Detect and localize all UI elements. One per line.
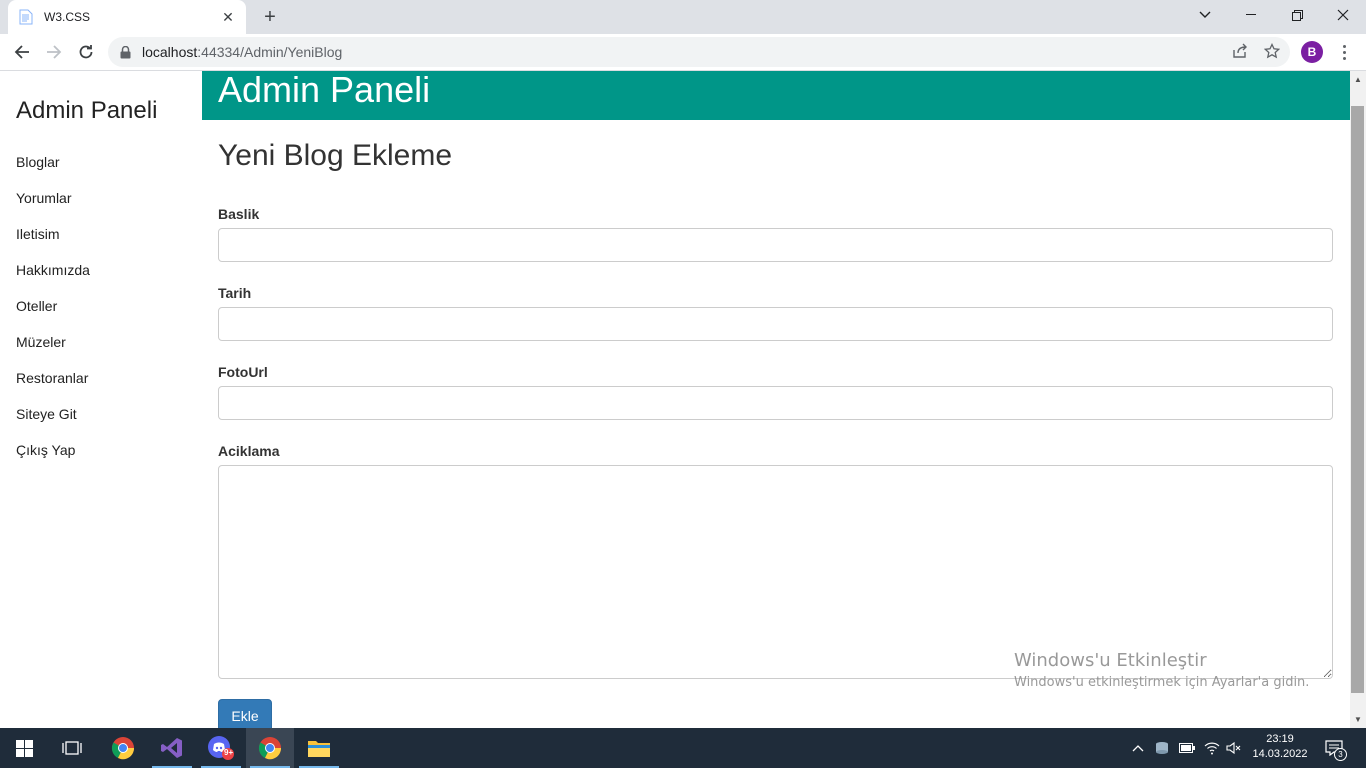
- tab-title: W3.CSS: [44, 10, 91, 24]
- chrome-icon[interactable]: [99, 728, 147, 768]
- windows-activation-watermark: Windows'u Etkinleştir Windows'u etkinleş…: [1014, 650, 1309, 690]
- browser-toolbar: localhost:44334/Admin/YeniBlog B: [0, 34, 1366, 71]
- sidebar-item-bloglar[interactable]: Bloglar: [16, 154, 60, 170]
- url-text: localhost:44334/Admin/YeniBlog: [142, 44, 342, 60]
- task-view-icon[interactable]: [48, 728, 96, 768]
- aciklama-textarea[interactable]: [218, 465, 1333, 679]
- lock-icon[interactable]: [120, 45, 132, 59]
- sidebar-item-iletisim[interactable]: Iletisim: [16, 226, 60, 242]
- onedrive-sync-icon[interactable]: [1153, 728, 1171, 768]
- new-tab-button[interactable]: +: [258, 6, 282, 28]
- page-scrollbar[interactable]: ▲ ▼: [1350, 71, 1366, 728]
- tab-search-icon[interactable]: [1182, 0, 1228, 30]
- discord-badge: 9+: [224, 748, 234, 757]
- tarih-label: Tarih: [218, 285, 252, 301]
- clock-time: 23:19: [1266, 733, 1294, 745]
- sidebar-item-cikis-yap[interactable]: Çıkış Yap: [16, 442, 75, 458]
- baslik-label: Baslik: [218, 206, 260, 222]
- back-arrow-icon[interactable]: [9, 40, 35, 64]
- forward-arrow-icon[interactable]: [41, 40, 67, 64]
- restore-button[interactable]: [1274, 0, 1320, 30]
- profile-avatar[interactable]: B: [1301, 41, 1323, 63]
- tab-close-icon[interactable]: ✕: [220, 9, 236, 26]
- sidebar-title: Admin Paneli: [16, 97, 158, 124]
- sidebar-item-muzeler[interactable]: Müzeler: [16, 334, 66, 350]
- aciklama-label: Aciklama: [218, 443, 280, 459]
- chrome-active-icon[interactable]: [246, 728, 294, 768]
- windows-start-icon[interactable]: [0, 728, 48, 768]
- main-content: Admin Paneli Yeni Blog Ekleme Baslik Tar…: [202, 71, 1350, 728]
- share-icon[interactable]: [1231, 42, 1249, 60]
- sidebar-item-restoranlar[interactable]: Restoranlar: [16, 370, 88, 386]
- fotourl-input[interactable]: [218, 386, 1333, 420]
- sidebar-item-hakkimizda[interactable]: Hakkımızda: [16, 262, 90, 278]
- page-title: Yeni Blog Ekleme: [218, 139, 453, 172]
- tarih-input[interactable]: [218, 307, 1333, 341]
- header-title: Admin Paneli: [218, 71, 431, 110]
- file-explorer-icon[interactable]: [295, 728, 343, 768]
- wifi-icon[interactable]: [1203, 728, 1221, 768]
- watermark-line2: Windows'u etkinleştirmek için Ayarlar'a …: [1014, 675, 1310, 690]
- minimize-button[interactable]: [1228, 0, 1274, 30]
- url-host: localhost: [142, 44, 198, 60]
- scroll-thumb[interactable]: [1351, 106, 1364, 693]
- page-viewport: Admin Paneli Bloglar Yorumlar Iletisim H…: [0, 71, 1350, 728]
- battery-icon[interactable]: [1178, 728, 1196, 768]
- bookmark-star-icon[interactable]: [1263, 42, 1281, 60]
- show-hidden-icons-icon[interactable]: [1130, 728, 1146, 768]
- page-header: Admin Paneli: [202, 71, 1350, 120]
- watermark-line1: Windows'u Etkinleştir: [1014, 650, 1207, 671]
- discord-icon[interactable]: 9+: [197, 728, 245, 768]
- scroll-up-arrow-icon[interactable]: ▲: [1350, 71, 1366, 88]
- url-path: :44334/Admin/YeniBlog: [197, 44, 343, 60]
- browser-menu-icon[interactable]: [1336, 41, 1352, 63]
- reload-icon[interactable]: [73, 40, 99, 64]
- clock-date: 14.03.2022: [1252, 748, 1308, 760]
- scroll-down-arrow-icon[interactable]: ▼: [1350, 711, 1366, 728]
- ekle-button[interactable]: Ekle: [218, 699, 272, 728]
- taskbar-clock[interactable]: 23:19 14.03.2022: [1250, 732, 1310, 762]
- fotourl-label: FotoUrl: [218, 364, 268, 380]
- browser-tabbar: W3.CSS ✕ +: [0, 0, 1366, 34]
- page-favicon-icon: [18, 9, 34, 25]
- close-window-button[interactable]: [1320, 0, 1366, 30]
- sidebar: Admin Paneli Bloglar Yorumlar Iletisim H…: [0, 71, 202, 728]
- browser-tab[interactable]: W3.CSS ✕: [8, 0, 246, 34]
- notification-center-icon[interactable]: 3: [1322, 728, 1347, 768]
- baslik-input[interactable]: [218, 228, 1333, 262]
- volume-muted-icon[interactable]: [1225, 728, 1243, 768]
- windows-taskbar: 9+ 23:19 14.03.2022 3: [0, 728, 1366, 768]
- address-bar[interactable]: localhost:44334/Admin/YeniBlog: [108, 37, 1290, 67]
- visual-studio-icon[interactable]: [148, 728, 196, 768]
- sidebar-item-siteye-git[interactable]: Siteye Git: [16, 406, 77, 422]
- sidebar-item-oteller[interactable]: Oteller: [16, 298, 57, 314]
- notification-count: 3: [1334, 748, 1347, 761]
- sidebar-item-yorumlar[interactable]: Yorumlar: [16, 190, 72, 206]
